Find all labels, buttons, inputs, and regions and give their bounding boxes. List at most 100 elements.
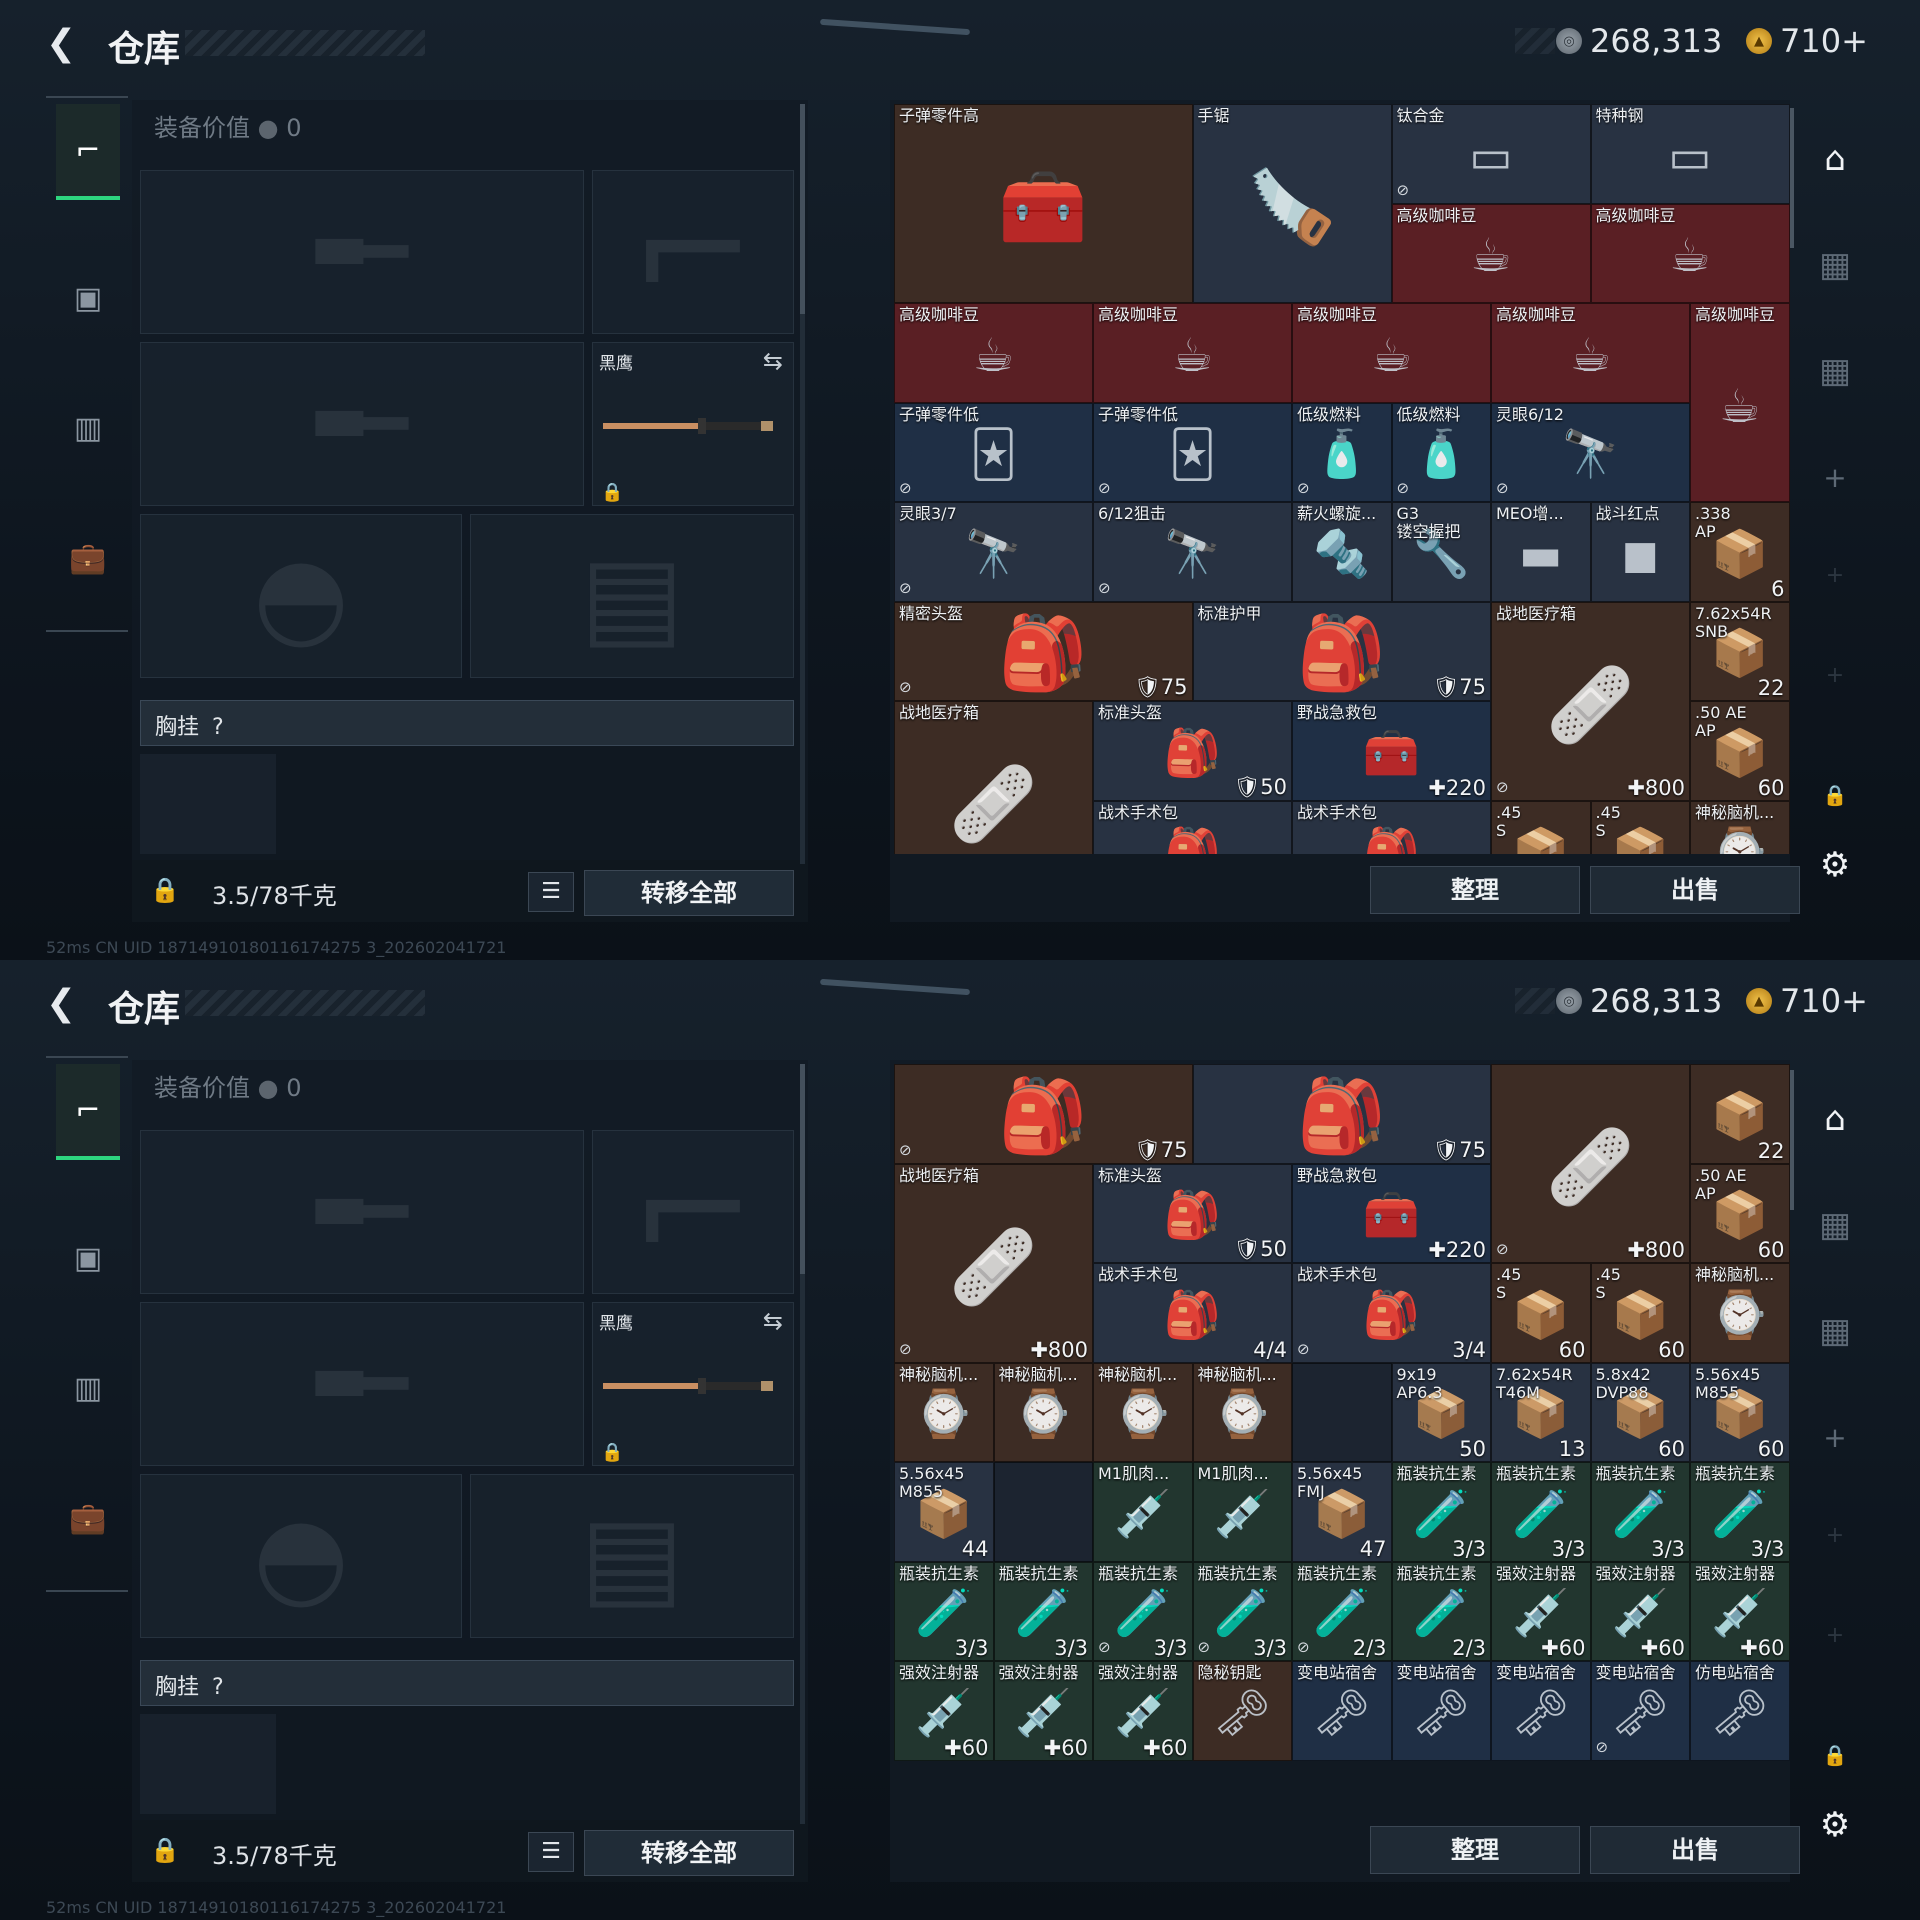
warehouse-tab-icon[interactable]: ⌂ bbox=[1810, 1094, 1860, 1144]
melee-slot[interactable]: 黑鹰 ⇆ 🔒 bbox=[592, 1302, 794, 1466]
inventory-item[interactable]: 💉 强效注射器 ✚60 bbox=[1491, 1561, 1591, 1661]
inventory-item[interactable]: 🃏 子弹零件低 ⊘ bbox=[894, 402, 1093, 502]
helmet-slot[interactable]: ◓ bbox=[140, 514, 462, 678]
inventory-item[interactable]: ☕ 高级咖啡豆 bbox=[1690, 303, 1790, 502]
inventory-item[interactable]: 🧪 瓶装抗生素 3/3 ⊘ bbox=[1192, 1561, 1292, 1661]
secondary-weapon-slot[interactable]: ╾ bbox=[140, 1297, 584, 1471]
swap-icon[interactable]: ⇆ bbox=[763, 347, 783, 375]
inventory-item[interactable]: 📦 .45 S 60 bbox=[1590, 1263, 1690, 1363]
inventory-item[interactable]: 🎒 战术手术包 3/4 ⊘ bbox=[1292, 1263, 1491, 1363]
primary-weapon-slot[interactable]: ╾ bbox=[140, 1125, 584, 1299]
primary-weapon-slot[interactable]: ╾ bbox=[140, 165, 584, 339]
inventory-item[interactable]: 🎒 标准头盔 🛡50 bbox=[1093, 701, 1292, 801]
inventory-item[interactable]: 💉 强效注射器 ✚60 bbox=[1093, 1661, 1193, 1761]
armor-slot[interactable]: ▤ bbox=[470, 514, 794, 678]
inventory-item[interactable]: 🧰 子弹零件高 bbox=[894, 104, 1193, 303]
inventory-item[interactable]: 🧪 瓶装抗生素 3/3 bbox=[1391, 1462, 1491, 1562]
help-icon[interactable]: ? bbox=[212, 715, 224, 740]
inventory-item[interactable]: 💉 M1肌肉... bbox=[1192, 1462, 1292, 1562]
tab-case[interactable]: 💼 bbox=[56, 1470, 120, 1566]
inventory-item[interactable]: ⌚ 神秘脑机... bbox=[1690, 800, 1790, 854]
tab-weapons[interactable]: ⌐ bbox=[56, 1064, 120, 1160]
inventory-item[interactable]: 🎒 精密头盔 🛡75 ⊘ bbox=[894, 601, 1193, 701]
inventory-item[interactable]: 🧪 瓶装抗生素 2/3 bbox=[1391, 1561, 1491, 1661]
inventory-item[interactable]: 📦 5.8x42 DVP88 60 bbox=[1590, 1362, 1690, 1462]
warehouse-tab-icon[interactable]: ⌂ bbox=[1810, 134, 1860, 184]
inventory-item[interactable]: 🗝 仿电站宿舍 bbox=[1690, 1661, 1790, 1761]
inventory-item[interactable]: ⌚ 神秘脑机... bbox=[1192, 1362, 1292, 1462]
inventory-item[interactable]: 📦 7.62x54R T46M 13 bbox=[1491, 1362, 1591, 1462]
inventory-item[interactable]: 🎒 标准护甲 🛡75 bbox=[1192, 601, 1491, 701]
inventory-item[interactable]: 🔭 6/12狙击 ⊘ bbox=[1093, 502, 1292, 602]
gold-balance[interactable]: ▲ 710+ bbox=[1746, 982, 1868, 1020]
help-icon[interactable]: ? bbox=[212, 1675, 224, 1700]
inventory-item[interactable]: 📦 22 bbox=[1690, 1064, 1790, 1164]
inventory-item[interactable]: 🗝 变电站宿舍 bbox=[1292, 1661, 1392, 1761]
inventory-item[interactable]: 🧴 低级燃料 ⊘ bbox=[1391, 402, 1491, 502]
inventory-item[interactable]: 📦 9x19 AP6.3 50 bbox=[1391, 1362, 1491, 1462]
gear-icon[interactable]: ⚙ bbox=[1810, 1800, 1860, 1850]
chest-rig-slot[interactable] bbox=[140, 754, 276, 854]
weight-lock-icon[interactable]: 🔒 bbox=[150, 876, 180, 904]
inventory-item[interactable] bbox=[993, 1462, 1093, 1562]
inventory-item[interactable]: 💉 强效注射器 ✚60 bbox=[1690, 1561, 1790, 1661]
lock-icon[interactable]: 🔒 bbox=[1810, 1730, 1860, 1780]
tab-case[interactable]: 💼 bbox=[56, 510, 120, 606]
inventory-item[interactable]: 🗝 变电站宿舍 bbox=[1491, 1661, 1591, 1761]
inventory-item[interactable]: 🧪 瓶装抗生素 3/3 bbox=[1690, 1462, 1790, 1562]
sort-button[interactable]: 整理 bbox=[1370, 866, 1580, 914]
sidearm-slot[interactable]: ⌐ bbox=[592, 1125, 794, 1299]
inventory-item[interactable]: 📦 5.56x45 M855 60 bbox=[1690, 1362, 1790, 1462]
inventory-item[interactable]: 🔧 G3 镂空握把 bbox=[1391, 502, 1491, 602]
inventory-item[interactable]: ▭ 钛合金 ⊘ bbox=[1391, 104, 1591, 204]
inventory-item[interactable]: 📦 5.56x45 M855 44 bbox=[894, 1462, 994, 1562]
inventory-item[interactable]: ▭ 特种钢 bbox=[1590, 104, 1790, 204]
tab-vest[interactable]: ▥ bbox=[56, 380, 120, 476]
armor-slot[interactable]: ▤ bbox=[470, 1474, 794, 1638]
chest-rig-slot[interactable] bbox=[140, 1714, 276, 1814]
inventory-item[interactable]: 📦 .45 S 60 bbox=[1491, 1263, 1591, 1363]
helmet-slot[interactable]: ◓ bbox=[140, 1474, 462, 1638]
inventory-item[interactable]: 🔭 灵眼6/12 ⊘ bbox=[1491, 402, 1690, 502]
inventory-item[interactable]: ☕ 高级咖啡豆 bbox=[1590, 203, 1790, 303]
inventory-item[interactable]: ☕ 高级咖啡豆 bbox=[1292, 303, 1491, 403]
inventory-item[interactable]: 📦 .45 S bbox=[1491, 800, 1591, 854]
inventory-item[interactable]: 💉 强效注射器 ✚60 bbox=[894, 1661, 994, 1761]
inventory-item[interactable]: 🎒 🛡75 bbox=[1192, 1064, 1491, 1164]
scroll-thumb[interactable] bbox=[800, 104, 805, 314]
inventory-item[interactable]: 📦 5.56x45 FMJ 47 bbox=[1292, 1462, 1392, 1562]
inventory-item[interactable]: ☕ 高级咖啡豆 bbox=[1491, 303, 1690, 403]
add-tab-icon[interactable]: + bbox=[1810, 452, 1860, 502]
inventory-item[interactable]: 🧰 野战急救包 ✚220 bbox=[1292, 701, 1491, 801]
inventory-item[interactable] bbox=[1292, 1362, 1392, 1462]
storage-tab-2-icon[interactable]: ▦ bbox=[1810, 240, 1860, 290]
inventory-item[interactable]: 🧪 瓶装抗生素 3/3 bbox=[993, 1561, 1093, 1661]
back-arrow-icon[interactable]: ❮ bbox=[46, 24, 86, 64]
sort-button[interactable]: 整理 bbox=[1370, 1826, 1580, 1874]
sell-button[interactable]: 出售 bbox=[1590, 866, 1800, 914]
inventory-item[interactable]: 🩹 战地医疗箱 bbox=[894, 701, 1093, 854]
sidearm-slot[interactable]: ⌐ bbox=[592, 165, 794, 339]
inventory-item[interactable]: ⌚ 神秘脑机... bbox=[1690, 1263, 1790, 1363]
tab-vest[interactable]: ▥ bbox=[56, 1340, 120, 1436]
gear-icon[interactable]: ⚙ bbox=[1810, 840, 1860, 890]
storage-tab-3-icon[interactable]: ▦ bbox=[1810, 1306, 1860, 1356]
list-view-button[interactable]: ☰ bbox=[528, 872, 574, 912]
inventory-item[interactable]: 🎒 标准头盔 🛡50 bbox=[1093, 1163, 1292, 1263]
inventory-item[interactable]: 🧪 瓶装抗生素 3/3 bbox=[1491, 1462, 1591, 1562]
inventory-item[interactable]: 🎒 战术手术包 bbox=[1292, 800, 1491, 854]
inventory-item[interactable]: ☕ 高级咖啡豆 bbox=[1093, 303, 1292, 403]
inventory-item[interactable]: 💉 M1肌肉... bbox=[1093, 1462, 1193, 1562]
inventory-item[interactable]: 🃏 子弹零件低 ⊘ bbox=[1093, 402, 1292, 502]
inventory-item[interactable]: 🩹 战地医疗箱 ✚800 ⊘ bbox=[1491, 601, 1690, 801]
inventory-item[interactable]: 🗝 变电站宿舍 bbox=[1391, 1661, 1491, 1761]
inventory-item[interactable]: 🗝 隐秘钥匙 bbox=[1192, 1661, 1292, 1761]
lock-icon[interactable]: 🔒 bbox=[1810, 770, 1860, 820]
inventory-item[interactable]: 📦 7.62x54R SNB 22 bbox=[1690, 601, 1790, 701]
tab-weapons[interactable]: ⌐ bbox=[56, 104, 120, 200]
inventory-item[interactable]: ⌚ 神秘脑机... bbox=[894, 1362, 994, 1462]
add-tab-icon[interactable]: + bbox=[1810, 1412, 1860, 1462]
inventory-item[interactable]: 🔭 灵眼3/7 ⊘ bbox=[894, 502, 1093, 602]
inventory-item[interactable]: 🩹 战地医疗箱 ✚800 ⊘ bbox=[894, 1163, 1093, 1363]
inventory-item[interactable]: 🩹 ✚800 ⊘ bbox=[1491, 1064, 1690, 1263]
